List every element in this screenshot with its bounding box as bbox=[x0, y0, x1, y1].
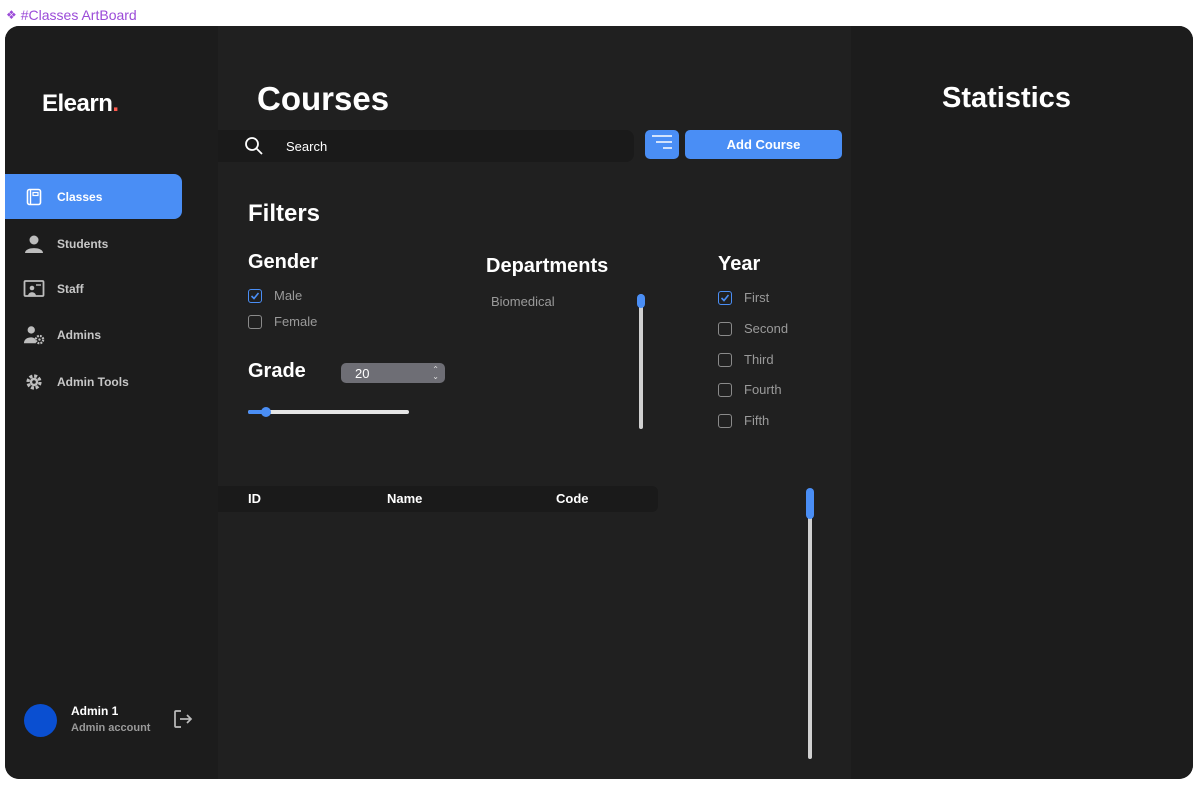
scrollbar-thumb[interactable] bbox=[637, 294, 645, 308]
year-option-fourth[interactable]: Fourth bbox=[718, 382, 782, 397]
sidebar-item-staff[interactable]: Staff bbox=[5, 266, 182, 311]
check-icon bbox=[250, 291, 260, 300]
user-gear-icon bbox=[23, 324, 45, 346]
sidebar-item-classes[interactable]: Classes bbox=[5, 174, 182, 219]
gender-title: Gender bbox=[248, 251, 319, 273]
department-item[interactable]: Biomedical bbox=[491, 294, 555, 309]
user-profile: Admin 1 Admin account bbox=[24, 704, 204, 740]
column-header-id[interactable]: ID bbox=[248, 491, 261, 506]
filter-icon bbox=[651, 134, 673, 155]
year-option-third[interactable]: Third bbox=[718, 352, 774, 367]
filters-title: Filters bbox=[248, 200, 321, 227]
year-option-fifth[interactable]: Fifth bbox=[718, 413, 769, 428]
option-label: First bbox=[744, 290, 770, 305]
checkbox-checked[interactable] bbox=[718, 290, 732, 305]
option-label: Fourth bbox=[744, 382, 782, 397]
courses-table-header: ID Name Code bbox=[218, 486, 658, 512]
app-frame: Elearn. Classes Students Staff Admins Ad… bbox=[5, 26, 1193, 779]
gear-icon bbox=[23, 371, 45, 393]
profile-name: Admin 1 bbox=[71, 704, 119, 718]
column-header-name[interactable]: Name bbox=[387, 491, 422, 506]
avatar[interactable] bbox=[24, 704, 57, 737]
option-label: Second bbox=[744, 321, 789, 336]
scrollbar-thumb[interactable] bbox=[806, 488, 814, 519]
add-course-button[interactable]: Add Course bbox=[685, 130, 842, 159]
logout-icon[interactable] bbox=[172, 708, 194, 730]
grade-value: 20 bbox=[355, 365, 370, 381]
profile-role: Admin account bbox=[71, 722, 151, 734]
presentation-icon bbox=[23, 278, 45, 300]
column-header-code[interactable]: Code bbox=[556, 491, 589, 506]
grade-slider[interactable] bbox=[248, 407, 409, 417]
grade-title: Grade bbox=[248, 360, 306, 382]
artboard-label-text: #Classes ArtBoard bbox=[20, 7, 137, 23]
option-label: Third bbox=[744, 352, 774, 367]
main-content: Courses Add Course Filters Gender Male F… bbox=[218, 26, 851, 779]
gender-option-male[interactable]: Male bbox=[248, 288, 302, 303]
artboard-label: ❖ #Classes ArtBoard bbox=[6, 7, 137, 23]
year-title: Year bbox=[718, 253, 761, 275]
person-icon bbox=[23, 233, 45, 255]
logo-dot: . bbox=[112, 90, 119, 117]
table-scrollbar[interactable] bbox=[806, 488, 814, 759]
checkbox[interactable] bbox=[718, 413, 732, 428]
grade-select[interactable]: 20 ⌃ ⌄ bbox=[341, 363, 445, 383]
search-icon bbox=[244, 136, 264, 156]
sidebar-item-label: Admins bbox=[57, 327, 102, 342]
departments-scrollbar[interactable] bbox=[637, 294, 645, 429]
statistics-panel: Statistics bbox=[851, 26, 1193, 779]
book-icon bbox=[23, 186, 45, 208]
departments-title: Departments bbox=[486, 255, 609, 277]
checkbox[interactable] bbox=[718, 382, 732, 397]
chevron-updown-icon: ⌃ ⌄ bbox=[432, 365, 439, 381]
checkbox[interactable] bbox=[248, 314, 262, 329]
checkbox[interactable] bbox=[718, 321, 732, 336]
sidebar-item-label: Students bbox=[57, 236, 109, 251]
filter-button[interactable] bbox=[645, 130, 679, 159]
sidebar-item-label: Classes bbox=[57, 189, 103, 204]
sidebar-item-admins[interactable]: Admins bbox=[5, 312, 182, 357]
checkbox[interactable] bbox=[718, 352, 732, 367]
sidebar-item-label: Staff bbox=[57, 281, 84, 296]
option-label: Female bbox=[274, 314, 318, 329]
search-bar[interactable] bbox=[218, 130, 634, 162]
slider-thumb[interactable] bbox=[261, 407, 271, 417]
logo-text: Elearn bbox=[42, 90, 113, 117]
check-icon bbox=[720, 293, 730, 302]
logo: Elearn. bbox=[42, 90, 119, 118]
sidebar-item-admin-tools[interactable]: Admin Tools bbox=[5, 359, 182, 404]
component-icon: ❖ bbox=[6, 8, 17, 22]
gender-option-female[interactable]: Female bbox=[248, 314, 317, 329]
page-title: Courses bbox=[257, 80, 390, 117]
year-option-first[interactable]: First bbox=[718, 290, 769, 305]
sidebar-item-students[interactable]: Students bbox=[5, 221, 182, 266]
year-option-second[interactable]: Second bbox=[718, 321, 788, 336]
option-label: Male bbox=[274, 288, 303, 303]
option-label: Fifth bbox=[744, 413, 770, 428]
statistics-title: Statistics bbox=[942, 82, 1071, 114]
sidebar-item-label: Admin Tools bbox=[57, 374, 129, 389]
search-input[interactable] bbox=[286, 138, 586, 154]
checkbox-checked[interactable] bbox=[248, 288, 262, 303]
sidebar: Elearn. Classes Students Staff Admins Ad… bbox=[5, 26, 218, 779]
